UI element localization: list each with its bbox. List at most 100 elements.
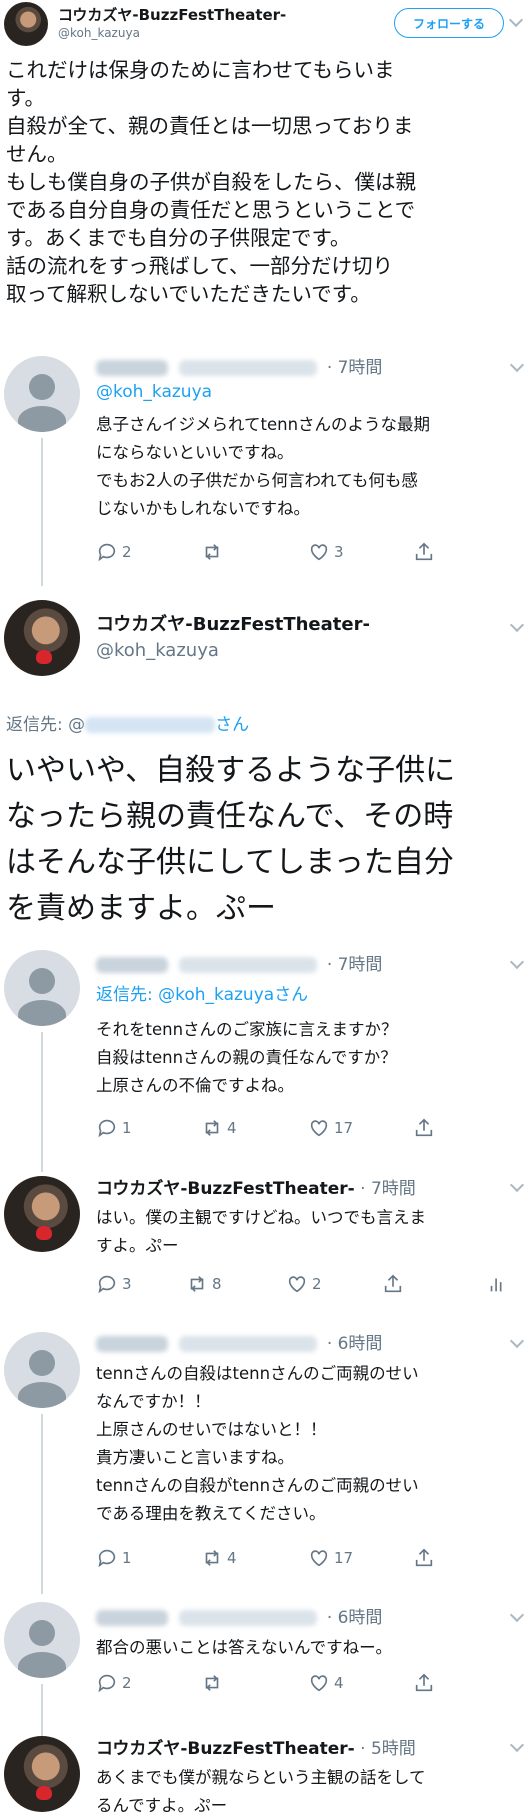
reply-icon — [98, 543, 116, 562]
retweet-icon — [205, 1550, 219, 1566]
reply2-header: · 7時間 — [96, 950, 382, 975]
main-line: 取って解釈しないでいただきたいです。 — [6, 282, 371, 306]
header-avatar[interactable] — [4, 2, 48, 46]
reply-count: 3 — [122, 1275, 132, 1293]
main-line: 話の流れをすっ飛ばして、一部分だけ切り — [6, 254, 394, 278]
reply3-actions: 3 8 2 — [96, 1273, 526, 1295]
reply6-header: コウカズヤ-BuzzFestTheater- · 5時間 — [96, 1734, 416, 1759]
like-button[interactable]: 3 — [308, 541, 413, 563]
reply6-line: あくまでも僕が親ならという主観の話をして — [96, 1768, 426, 1787]
reply1-time[interactable]: · 7時間 — [327, 358, 383, 378]
like-button[interactable]: 4 — [308, 1672, 413, 1694]
reply5-time[interactable]: · 6時間 — [327, 1608, 383, 1628]
analytics-button[interactable] — [486, 1273, 508, 1295]
blurred-name — [96, 1336, 168, 1352]
main-line: す。 — [6, 86, 45, 110]
reply4-line: である理由を教えてください。 — [96, 1504, 326, 1523]
reply6-line: るんですよ。ぷー — [96, 1796, 228, 1815]
retweet-button[interactable] — [201, 541, 308, 563]
like-button[interactable]: 17 — [308, 1117, 413, 1139]
main-line: である自分自身の責任だと思うということで — [6, 198, 416, 222]
main-line: これだけは保身のために言わせてもらいま — [6, 58, 395, 82]
share-button[interactable] — [413, 541, 435, 563]
reply-button[interactable]: 2 — [96, 541, 201, 563]
reply1-mention[interactable]: @koh_kazuya — [96, 382, 212, 402]
reply6-name[interactable]: コウカズヤ-BuzzFestTheater- — [96, 1739, 355, 1759]
reply3-line: はい。僕の主観ですけどね。いつでも言えま — [96, 1208, 426, 1227]
reply2-time[interactable]: · 7時間 — [327, 955, 383, 975]
main-line: せん。 — [6, 142, 68, 166]
retweet-button[interactable]: 8 — [186, 1273, 286, 1295]
reply5-chevron-down-icon[interactable] — [509, 1607, 525, 1623]
share-button[interactable] — [413, 1117, 435, 1139]
reply-icon — [98, 1119, 116, 1138]
reply3-time[interactable]: · 7時間 — [360, 1179, 416, 1199]
retweet-count: 4 — [227, 1119, 237, 1137]
share-icon — [384, 1274, 402, 1293]
main-line: 自殺が全て、親の責任とは一切思っておりま — [6, 114, 414, 138]
retweet-button[interactable]: 4 — [201, 1117, 308, 1139]
header-handle[interactable]: @koh_kazuya — [58, 26, 140, 40]
reply1-avatar[interactable] — [4, 356, 80, 432]
thread-line — [41, 1414, 43, 1594]
header-name[interactable]: コウカズヤ-BuzzFestTheater- — [58, 4, 286, 25]
header-chevron-down-icon[interactable] — [508, 12, 524, 28]
thread-line — [41, 438, 43, 586]
reply6-chevron-down-icon[interactable] — [509, 1737, 525, 1753]
reply5-avatar[interactable] — [4, 1602, 80, 1678]
reply2-line: 上原さんの不倫ですよね。 — [96, 1076, 294, 1095]
blurred-handle — [179, 1336, 318, 1352]
focus-line: なったら親の責任なんで、その時 — [6, 799, 454, 834]
blurred-handle — [179, 957, 318, 973]
retweet-button[interactable]: 4 — [201, 1547, 308, 1569]
reply-to-suffix[interactable]: さん — [215, 715, 249, 735]
focus-chevron-down-icon[interactable] — [509, 617, 525, 633]
reply-button[interactable]: 3 — [96, 1273, 186, 1295]
like-button[interactable]: 2 — [286, 1273, 382, 1295]
reply-count: 1 — [122, 1119, 132, 1137]
reply3-line: すよ。ぷー — [96, 1236, 179, 1255]
focus-handle[interactable]: @koh_kazuya — [96, 640, 219, 661]
share-icon — [415, 1673, 433, 1692]
reply2-reply-to[interactable]: 返信先: @koh_kazuyaさん — [96, 980, 308, 1005]
reply3-avatar[interactable] — [4, 1176, 80, 1252]
reply6-text: あくまでも僕が親ならという主観の話をして るんですよ。ぷー — [96, 1764, 426, 1819]
focus-name[interactable]: コウカズヤ-BuzzFestTheater- — [96, 610, 370, 636]
reply4-avatar[interactable] — [4, 1332, 80, 1408]
thread-line — [41, 1684, 43, 1736]
reply2-actions: 1 4 17 — [96, 1117, 476, 1139]
reply-count: 2 — [122, 543, 132, 561]
reply4-line: 貴方凄いこと言いますね。 — [96, 1448, 294, 1467]
reply1-chevron-down-icon[interactable] — [509, 357, 525, 373]
share-icon — [415, 542, 433, 561]
reply4-header: · 6時間 — [96, 1329, 382, 1354]
follow-button[interactable]: フォローする — [394, 8, 504, 38]
reply2-line: それをtennさんのご家族に言えますか？ — [96, 1020, 398, 1039]
share-button[interactable] — [382, 1273, 486, 1295]
reply2-avatar[interactable] — [4, 950, 80, 1026]
reply6-time[interactable]: · 5時間 — [360, 1739, 416, 1759]
reply6-avatar[interactable] — [4, 1736, 80, 1812]
share-button[interactable] — [413, 1547, 435, 1569]
focus-line: はそんな子供にしてしまった自分 — [6, 845, 454, 880]
retweet-icon — [190, 1276, 204, 1292]
reply-icon — [98, 1549, 116, 1568]
focus-avatar[interactable] — [4, 600, 80, 676]
retweet-button[interactable] — [201, 1672, 308, 1694]
like-button[interactable]: 17 — [308, 1547, 413, 1569]
reply-button[interactable]: 1 — [96, 1547, 201, 1569]
blurred-handle — [179, 1610, 318, 1626]
reply-button[interactable]: 2 — [96, 1672, 201, 1694]
reply1-line: でもお2人の子供だから何言われても何も感 — [96, 471, 418, 490]
reply-count: 2 — [122, 1674, 132, 1692]
reply3-chevron-down-icon[interactable] — [509, 1177, 525, 1193]
reply4-chevron-down-icon[interactable] — [509, 1333, 525, 1349]
share-button[interactable] — [413, 1672, 435, 1694]
reply2-line: 自殺はtennさんの親の責任なんですか？ — [96, 1048, 397, 1067]
reply3-name[interactable]: コウカズヤ-BuzzFestTheater- — [96, 1179, 355, 1199]
reply4-time[interactable]: · 6時間 — [327, 1334, 383, 1354]
reply-count: 1 — [122, 1549, 132, 1567]
blurred-name — [96, 360, 168, 376]
reply2-chevron-down-icon[interactable] — [509, 954, 525, 970]
reply-button[interactable]: 1 — [96, 1117, 201, 1139]
